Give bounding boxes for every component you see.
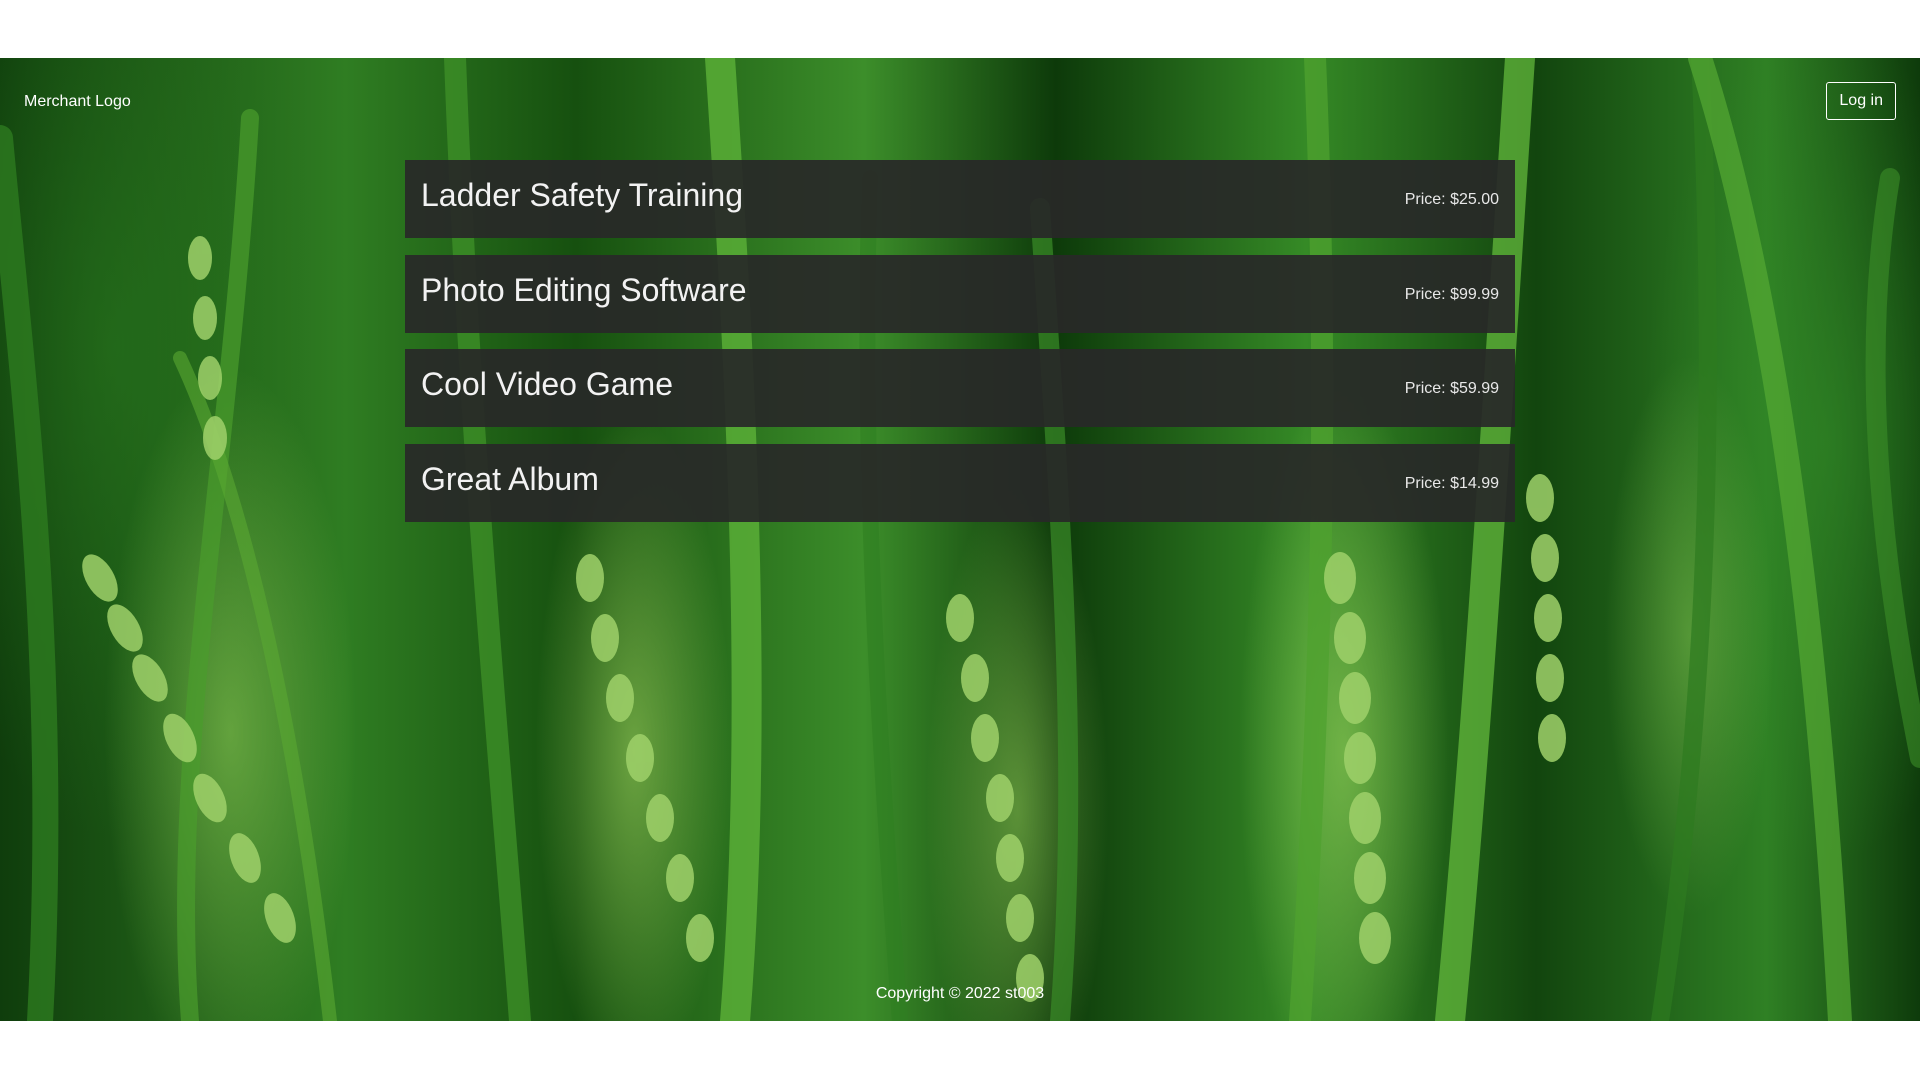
login-button[interactable]: Log in (1826, 82, 1896, 120)
product-name: Great Album (421, 460, 599, 497)
product-card[interactable]: Great Album Price: $14.99 (405, 443, 1515, 522)
merchant-logo[interactable]: Merchant Logo (24, 92, 131, 112)
product-price: Price: $59.99 (1404, 380, 1499, 397)
product-name: Cool Video Game (421, 366, 673, 402)
product-card[interactable]: Ladder Safety Training Price: $25.00 (405, 160, 1515, 238)
product-price: Price: $99.99 (1404, 285, 1499, 303)
copyright-footer: Copyright © 2022 st003 (875, 985, 1045, 1002)
product-list: Ladder Safety Training Price: $25.00 Pho… (405, 160, 1515, 538)
product-price: Price: $25.00 (1404, 191, 1499, 208)
product-name: Ladder Safety Training (421, 177, 743, 213)
product-card[interactable]: Cool Video Game Price: $59.99 (405, 349, 1515, 427)
product-name: Photo Editing Software (421, 271, 747, 308)
hero-background: Merchant Logo Log in Ladder Safety Train… (0, 58, 1920, 1021)
product-card[interactable]: Photo Editing Software Price: $99.99 (405, 254, 1515, 333)
top-navbar: Merchant Logo Log in (0, 58, 1920, 144)
product-price: Price: $14.99 (1404, 474, 1499, 492)
